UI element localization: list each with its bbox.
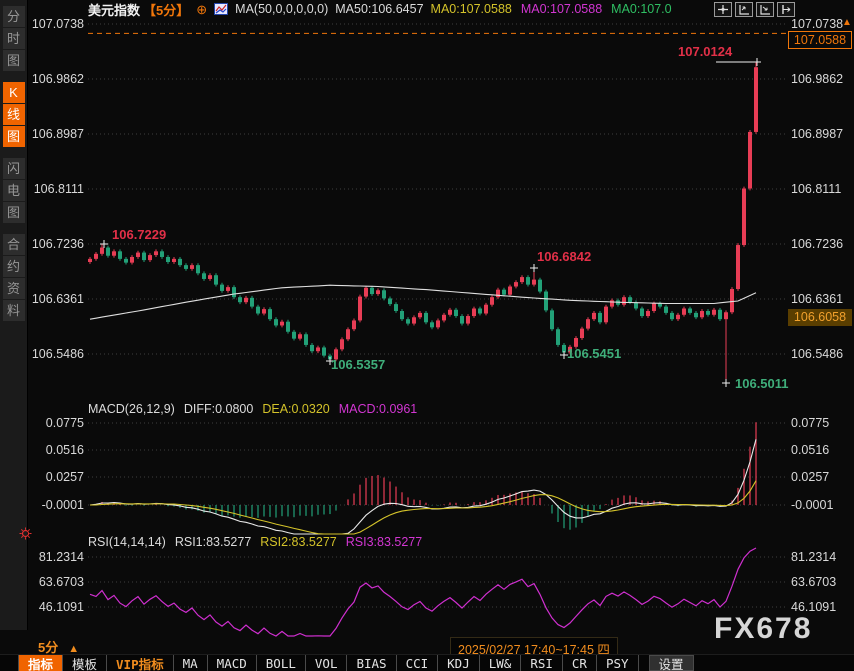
crosshair-move-icon[interactable] xyxy=(714,2,732,17)
symbol-title: 美元指数 xyxy=(88,0,140,19)
indicator-value-label: RSI1:83.5277 xyxy=(175,535,251,549)
indicator-value-label: MACD(26,12,9) xyxy=(88,402,175,416)
indicator-value-label: RSI2:83.5277 xyxy=(260,535,336,549)
macd-axis-label-right: 0.0516 xyxy=(791,442,853,458)
highlighted-price-level: 106.6058 xyxy=(788,309,852,326)
ma-values-group: MA0:107.0588 MA0:107.0588 MA0:107.0 xyxy=(431,2,672,16)
price-annotation: 106.5357 xyxy=(331,357,385,372)
toolbar-button-CCI[interactable]: CCI xyxy=(397,655,439,671)
price-axis-label-right: 106.8111 xyxy=(791,181,853,197)
macd-axis-label-left: 0.0516 xyxy=(0,442,84,458)
tab-char: 图 xyxy=(3,50,25,71)
rsi-axis-label-left: 63.6703 xyxy=(0,574,84,590)
macd-axis-label-left: -0.0001 xyxy=(0,497,84,513)
ma-value: MA0:107.0588 xyxy=(431,2,512,16)
toolbar-button-VOL[interactable]: VOL xyxy=(306,655,348,671)
toolbar-button-KDJ[interactable]: KDJ xyxy=(438,655,480,671)
indicator-value-label: RSI3:83.5277 xyxy=(346,535,422,549)
price-axis-label-left: 106.8987 xyxy=(0,126,84,142)
ma-value: MA0:107.0 xyxy=(611,2,671,16)
price-annotation: 107.0124 xyxy=(678,44,732,59)
macd-axis-label-left: 0.0257 xyxy=(0,469,84,485)
toolbar-button-LW&[interactable]: LW& xyxy=(480,655,522,671)
toolbar-button-CR[interactable]: CR xyxy=(563,655,597,671)
chart-header-bar: 美元指数【5分】 ⊕ MA(50,0,0,0,0,0) MA50:106.645… xyxy=(88,0,672,18)
price-annotation: 106.6842 xyxy=(537,249,591,264)
indicator-toolbar: 指标模板VIP指标MAMACDBOLLVOLBIASCCIKDJLW&RSICR… xyxy=(0,654,854,671)
add-compare-icon[interactable]: ⊕ xyxy=(196,3,207,16)
price-axis-label-right: 106.7236 xyxy=(791,236,853,252)
price-axis-label-right: 106.8987 xyxy=(791,126,853,142)
tab-char: 图 xyxy=(3,202,25,223)
mini-chart-icon xyxy=(214,3,228,15)
macd-axis-label-right: -0.0001 xyxy=(791,497,853,513)
toolbar-button-指标[interactable]: 指标 xyxy=(18,655,63,671)
indicator-value-label: DIFF:0.0800 xyxy=(184,402,253,416)
toolbar-button-设置[interactable]: 设置 xyxy=(649,655,694,671)
chart-canvas[interactable] xyxy=(0,0,854,671)
rsi-axis-label-left: 46.1091 xyxy=(0,599,84,615)
rsi-header: RSI(14,14,14) RSI1:83.5277 RSI2:83.5277 RSI… xyxy=(88,535,422,549)
price-axis-label-left: 106.7236 xyxy=(0,236,84,252)
price-axis-label-left: 106.9862 xyxy=(0,71,84,87)
price-annotation: 106.5011 xyxy=(735,376,789,391)
rsi-axis-label-left: 81.2314 xyxy=(0,549,84,565)
rsi-axis-label-right: 46.1091 xyxy=(791,599,853,615)
indicator-value-label: MACD:0.0961 xyxy=(339,402,418,416)
toolbar-button-BIAS[interactable]: BIAS xyxy=(347,655,396,671)
tab-char: 约 xyxy=(3,256,25,277)
price-axis-label-right: 106.9862 xyxy=(791,71,853,87)
price-axis-label-left: 106.6361 xyxy=(0,291,84,307)
price-axis-label-right: 106.5486 xyxy=(791,346,853,362)
price-annotation: 106.5451 xyxy=(567,346,621,361)
macd-header: MACD(26,12,9) DIFF:0.0800 DEA:0.0320 MACD:0… xyxy=(88,402,417,416)
toolbar-button-MACD[interactable]: MACD xyxy=(208,655,257,671)
toolbar-button-MA[interactable]: MA xyxy=(174,655,208,671)
macd-axis-label-left: 0.0775 xyxy=(0,415,84,431)
macd-axis-label-right: 0.0257 xyxy=(791,469,853,485)
watermark: FX678 xyxy=(714,612,812,646)
price-axis-label-right: 107.0738 xyxy=(791,16,853,32)
ma-settings-label: MA(50,0,0,0,0,0) xyxy=(235,2,328,16)
indicator-value-label: DEA:0.0320 xyxy=(262,402,329,416)
indicator-value-label: RSI(14,14,14) xyxy=(88,535,166,549)
current-price-badge: 107.0588 xyxy=(788,31,852,49)
toolbar-button-RSI[interactable]: RSI xyxy=(521,655,563,671)
period-tag: 【5分】 xyxy=(143,0,189,19)
toolbar-button-BOLL[interactable]: BOLL xyxy=(257,655,306,671)
indicator-marker-icon xyxy=(19,527,32,545)
price-axis-label-left: 106.8111 xyxy=(0,181,84,197)
price-axis-label-left: 106.5486 xyxy=(0,346,84,362)
scale-right-icon[interactable] xyxy=(756,2,774,17)
toolbar-button-模板[interactable]: 模板 xyxy=(63,655,107,671)
ma50-value: MA50:106.6457 xyxy=(335,2,423,16)
toolbar-button-PSY[interactable]: PSY xyxy=(597,655,639,671)
price-axis-label-right: 106.6361 xyxy=(791,291,853,307)
tab-char: 线 xyxy=(3,104,25,125)
rsi-axis-label-right: 81.2314 xyxy=(791,549,853,565)
scale-left-icon[interactable] xyxy=(735,2,753,17)
trading-app-window: 美元指数【5分】 ⊕ MA(50,0,0,0,0,0) MA50:106.645… xyxy=(0,0,854,671)
ma-value: MA0:107.0588 xyxy=(521,2,602,16)
price-annotation: 106.7229 xyxy=(112,227,166,242)
chart-toolbar-icons xyxy=(714,2,795,17)
tab-char: 闪 xyxy=(3,158,25,179)
price-axis-label-left: 107.0738 xyxy=(0,16,84,32)
pan-right-icon[interactable] xyxy=(777,2,795,17)
macd-axis-label-right: 0.0775 xyxy=(791,415,853,431)
toolbar-button-VIP指标[interactable]: VIP指标 xyxy=(107,655,174,671)
rsi-axis-label-right: 63.6703 xyxy=(791,574,853,590)
